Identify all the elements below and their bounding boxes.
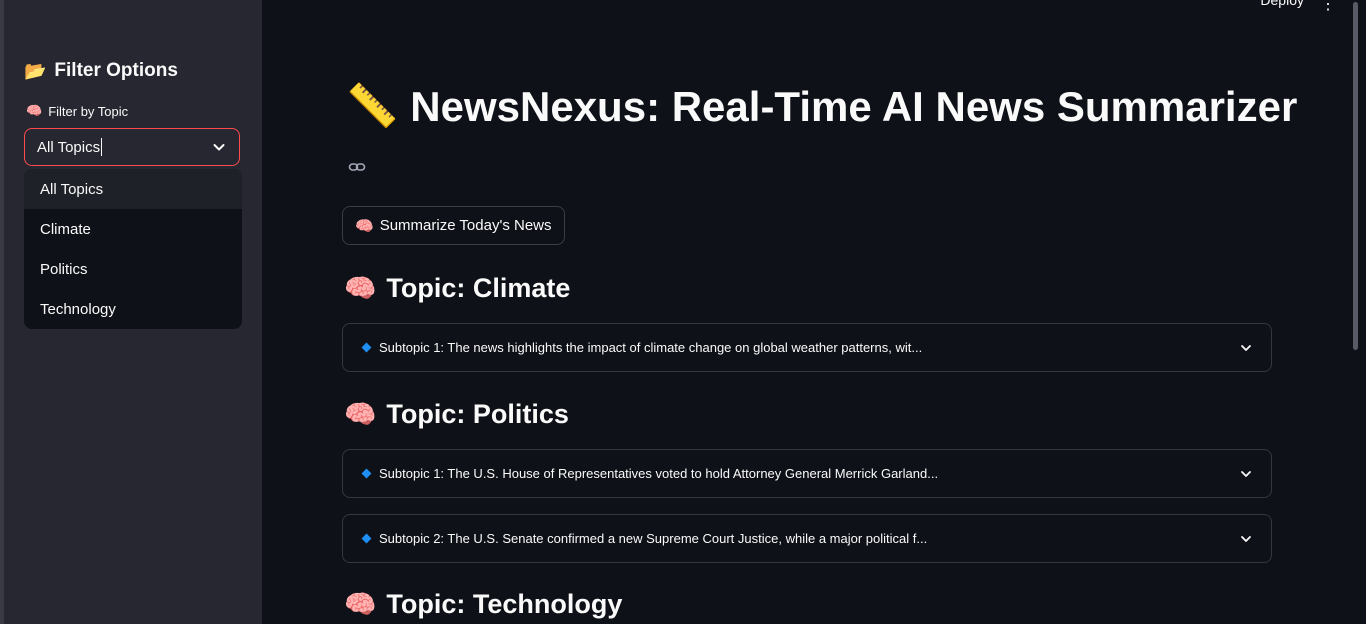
topic-heading-politics: 🧠 Topic: Politics bbox=[344, 399, 569, 430]
text-cursor bbox=[101, 138, 103, 156]
filter-label-text: Filter by Topic bbox=[48, 103, 129, 119]
brain-icon: 🧠 bbox=[26, 103, 43, 118]
sidebar-header: 📂 Filter Options bbox=[24, 60, 178, 82]
brain-icon: 🧠 bbox=[344, 589, 377, 619]
subtopic-expander[interactable]: Subtopic 1: The news highlights the impa… bbox=[342, 323, 1272, 372]
topic-heading-climate: 🧠 Topic: Climate bbox=[344, 273, 570, 304]
chevron-down-icon bbox=[1241, 535, 1251, 542]
page-title: 📏 NewsNexus: Real-Time AI News Summarize… bbox=[346, 82, 1297, 131]
subtopic-expander[interactable]: Subtopic 1: The U.S. House of Representa… bbox=[342, 449, 1272, 498]
subtopic-expander[interactable]: Subtopic 2: The U.S. Senate confirmed a … bbox=[342, 514, 1272, 563]
filter-label: 🧠 Filter by Topic bbox=[26, 103, 128, 119]
dropdown-option-politics[interactable]: Politics bbox=[24, 249, 242, 289]
diamond-bullet-icon bbox=[361, 533, 372, 544]
sidebar: 📂 Filter Options 🧠 Filter by Topic All T… bbox=[4, 0, 262, 624]
summarize-button-label: Summarize Today's News bbox=[379, 217, 552, 234]
main-menu-icon[interactable]: ⋮ bbox=[1320, 0, 1336, 14]
folder-icon: 📂 bbox=[24, 60, 47, 81]
scrollbar[interactable] bbox=[1353, 2, 1358, 350]
summarize-button[interactable]: 🧠 Summarize Today's News bbox=[342, 206, 565, 245]
chevron-down-icon[interactable] bbox=[211, 139, 227, 155]
brain-icon: 🧠 bbox=[344, 399, 377, 429]
chevron-down-icon bbox=[1241, 470, 1251, 477]
subtopic-summary: Subtopic 2: The U.S. Senate confirmed a … bbox=[379, 531, 928, 546]
topic-heading-technology: 🧠 Topic: Technology bbox=[344, 589, 622, 620]
dropdown-option-all-topics[interactable]: All Topics bbox=[24, 169, 242, 209]
topic-heading-text: Topic: Politics bbox=[386, 399, 569, 429]
subtopic-summary: Subtopic 1: The U.S. House of Representa… bbox=[379, 466, 939, 481]
topic-heading-text: Topic: Climate bbox=[386, 273, 571, 303]
topic-select[interactable]: All Topics bbox=[24, 128, 240, 166]
subtopic-summary: Subtopic 1: The news highlights the impa… bbox=[379, 340, 923, 355]
topic-dropdown-menu: All Topics Climate Politics Technology bbox=[24, 169, 242, 329]
topic-heading-text: Topic: Technology bbox=[386, 589, 623, 619]
brain-icon: 🧠 bbox=[355, 217, 374, 235]
sidebar-title: Filter Options bbox=[54, 60, 178, 81]
diamond-bullet-icon bbox=[361, 468, 372, 479]
ruler-icon: 📏 bbox=[346, 82, 399, 129]
diamond-bullet-icon bbox=[361, 342, 372, 353]
topic-select-value: All Topics bbox=[37, 138, 101, 156]
dropdown-option-technology[interactable]: Technology bbox=[24, 289, 242, 329]
chevron-down-icon bbox=[1241, 344, 1251, 351]
link-icon[interactable] bbox=[348, 158, 366, 176]
page-title-text: NewsNexus: Real-Time AI News Summarizer bbox=[410, 82, 1298, 130]
brain-icon: 🧠 bbox=[344, 273, 377, 303]
dropdown-option-climate[interactable]: Climate bbox=[24, 209, 242, 249]
deploy-button[interactable]: Deploy bbox=[1260, 0, 1304, 8]
